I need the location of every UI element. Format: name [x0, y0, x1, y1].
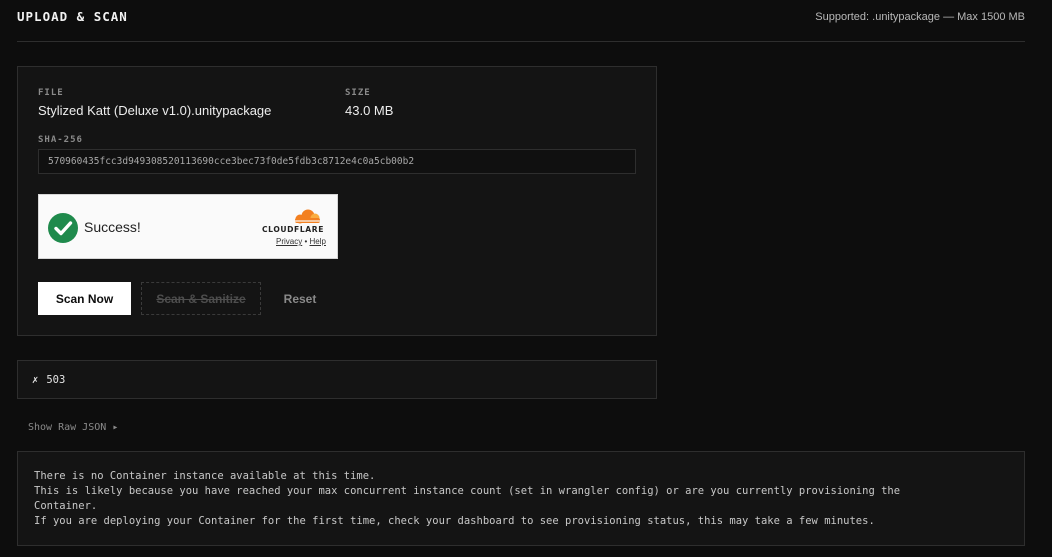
- file-size: 43.0 MB: [345, 103, 394, 118]
- turnstile-links: Privacy • Help: [276, 237, 326, 246]
- file-details-panel: FILE Stylized Katt (Deluxe v1.0).unitypa…: [17, 66, 657, 336]
- file-name: Stylized Katt (Deluxe v1.0).unitypackage: [38, 103, 272, 118]
- help-link[interactable]: Help: [310, 237, 326, 246]
- size-label: SIZE: [345, 88, 371, 98]
- error-message-line: This is likely because you have reached …: [34, 485, 901, 497]
- page-title: UPLOAD & SCAN: [17, 9, 128, 24]
- sha256-label: SHA-256: [38, 135, 83, 145]
- file-label: FILE: [38, 88, 64, 98]
- privacy-link[interactable]: Privacy: [276, 237, 302, 246]
- links-separator: •: [304, 237, 308, 246]
- error-x-icon: ✗: [32, 373, 39, 386]
- scan-sanitize-button: Scan & Sanitize: [141, 282, 261, 315]
- cloudflare-turnstile-widget[interactable]: Success! CLOUDFLARE Privacy • Help: [38, 194, 338, 259]
- show-raw-json-label: Show Raw JSON: [28, 422, 107, 433]
- cloudflare-logo: CLOUDFLARE: [255, 207, 331, 234]
- error-message-line: There is no Container instance available…: [34, 470, 376, 482]
- error-status-bar: ✗ 503: [17, 360, 657, 399]
- raw-error-message-box: There is no Container instance available…: [17, 451, 1025, 546]
- sha256-field[interactable]: 570960435fcc3d949308520113690cce3bec73f0…: [38, 149, 636, 174]
- scan-now-button[interactable]: Scan Now: [38, 282, 131, 315]
- supported-formats-note: Supported: .unitypackage — Max 1500 MB: [815, 10, 1025, 23]
- page-header: UPLOAD & SCAN Supported: .unitypackage —…: [17, 0, 1025, 42]
- cloudflare-wordmark: CLOUDFLARE: [262, 225, 324, 233]
- expand-arrow-icon: ▸: [112, 422, 119, 433]
- error-message-line: Container.: [34, 500, 98, 512]
- error-message-line: If you are deploying your Container for …: [34, 515, 875, 527]
- sha256-value: 570960435fcc3d949308520113690cce3bec73f0…: [48, 156, 415, 167]
- success-check-icon: [48, 213, 78, 243]
- turnstile-status: Success!: [84, 219, 141, 235]
- show-raw-json-toggle[interactable]: Show Raw JSON ▸: [28, 422, 118, 433]
- error-code: 503: [46, 373, 66, 386]
- reset-button[interactable]: Reset: [271, 282, 329, 315]
